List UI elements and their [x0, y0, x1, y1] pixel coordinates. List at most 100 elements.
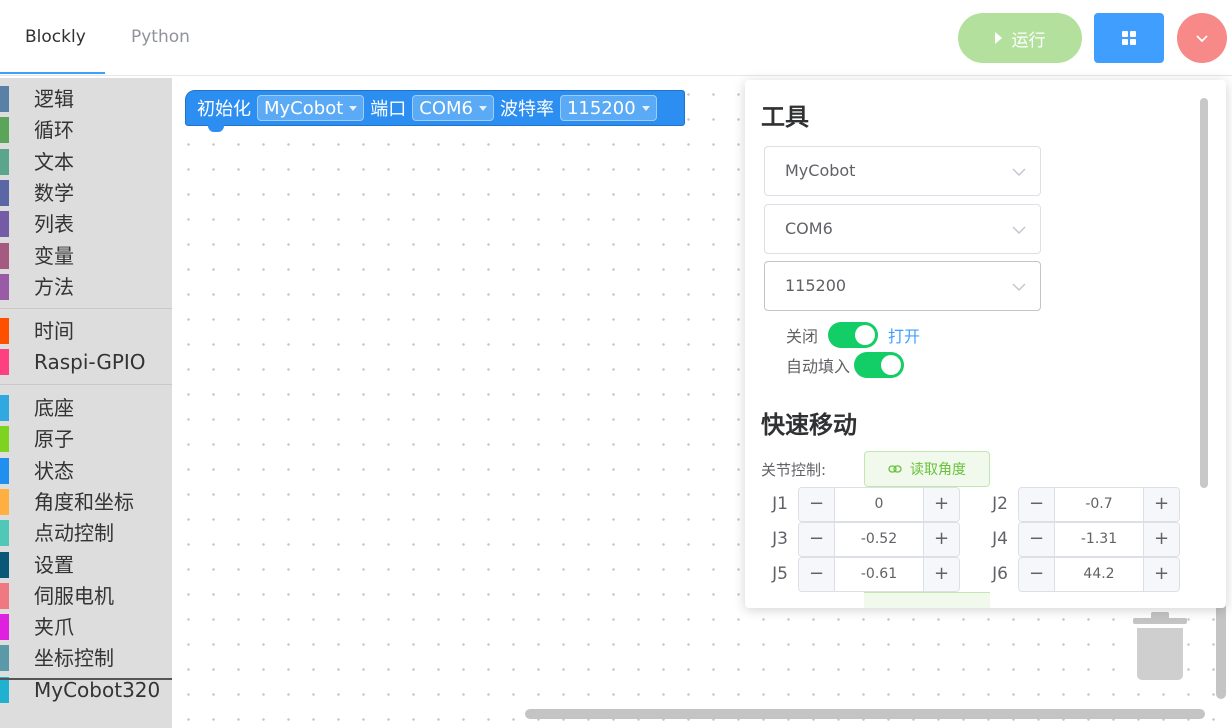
block-baud-dropdown[interactable]: 115200 [559, 95, 657, 121]
dropdown-arrow-icon [349, 105, 358, 111]
joint-value-j4[interactable]: -1.31 [1055, 523, 1143, 556]
toggle-on-label: 打开 [888, 327, 921, 346]
block-port-value: COM6 [419, 97, 473, 119]
quick-move-title: 快速移动 [761, 411, 857, 439]
baud-select[interactable]: 115200 [764, 261, 1041, 311]
increment-button[interactable]: + [923, 558, 959, 591]
category-label: 文本 [34, 149, 74, 174]
joint-stepper-j4[interactable]: − -1.31 + [1018, 522, 1180, 557]
play-icon [994, 32, 1002, 44]
block-port-label: 端口 [370, 99, 407, 120]
toolbox-category[interactable]: 状态 [0, 455, 172, 485]
trash-icon[interactable] [1133, 612, 1187, 682]
horizontal-scrollbar[interactable] [525, 709, 1205, 719]
category-color-bar [0, 677, 9, 703]
joint-value-j5[interactable]: -0.61 [835, 558, 923, 591]
toolbox-separator [0, 308, 172, 309]
autofill-switch[interactable] [854, 352, 905, 378]
joint-control-label: 关节控制: [761, 461, 827, 479]
category-color-bar [0, 273, 9, 300]
category-label: 夹爪 [34, 615, 74, 640]
blockly-toolbox: 逻辑 循环文本数学 列表变量方法时间 Raspi-GPIO 底座 原子状态角度和坐标 点动控… [0, 78, 172, 728]
dropdown-arrow-icon [478, 105, 487, 111]
tab-blockly[interactable]: Blockly [25, 0, 86, 74]
category-label: 时间 [34, 319, 74, 343]
block-baud-value: 115200 [566, 97, 636, 119]
toolbox-category[interactable]: 时间 [0, 315, 172, 345]
tab-python[interactable]: Python [131, 0, 190, 74]
port-select-value: COM6 [785, 219, 833, 238]
joint-stepper-j2[interactable]: − -0.7 + [1018, 487, 1180, 522]
autofill-toggle-row: 自动填入 [786, 352, 905, 378]
category-label: Raspi-GPIO [34, 350, 146, 375]
category-color-bar [0, 614, 9, 641]
block-device-value: MyCobot [264, 97, 344, 119]
toolbox-category[interactable]: 设置 [0, 549, 172, 579]
category-color-bar [0, 179, 9, 206]
connect-switch[interactable] [828, 322, 879, 348]
increment-button[interactable]: + [923, 523, 959, 556]
decrement-button[interactable]: − [799, 558, 835, 591]
joint-label-j5: J5 [772, 564, 788, 584]
run-button-label: 运行 [1011, 30, 1046, 51]
toolbox-category[interactable]: 列表 [0, 208, 172, 238]
decrement-button[interactable]: − [1019, 523, 1055, 556]
joint-value-j2[interactable]: -0.7 [1055, 488, 1143, 521]
toolbox-category[interactable]: 方法 [0, 271, 172, 301]
joint-value-j3[interactable]: -0.52 [835, 523, 923, 556]
port-select[interactable]: COM6 [764, 204, 1041, 254]
toolbox-category[interactable]: 数学 [0, 177, 172, 207]
category-label: 变量 [34, 243, 74, 268]
joint-label-j3: J3 [772, 529, 788, 549]
toolbox-category[interactable]: 文本 [0, 146, 172, 176]
chevron-down-icon [1012, 226, 1026, 234]
panel-scrollbar[interactable] [1200, 98, 1208, 488]
decrement-button[interactable]: − [799, 488, 835, 521]
link-icon [888, 465, 902, 473]
category-color-bar [0, 117, 9, 144]
partially-hidden-button[interactable] [864, 592, 990, 608]
run-button[interactable]: 运行 [958, 13, 1082, 63]
decrement-button[interactable]: − [1019, 558, 1055, 591]
increment-button[interactable]: + [923, 488, 959, 521]
read-angles-button[interactable]: 读取角度 [864, 451, 990, 487]
increment-button[interactable]: + [1143, 558, 1179, 591]
toolbox-category[interactable]: 原子 [0, 423, 172, 453]
category-label: 坐标控制 [34, 646, 114, 671]
init-block[interactable]: 初始化 MyCobot 端口 COM6 波特率 115200 [185, 90, 685, 132]
toolbox-category[interactable]: 变量 [0, 240, 172, 270]
joint-stepper-j5[interactable]: − -0.61 + [798, 557, 960, 592]
increment-button[interactable]: + [1143, 488, 1179, 521]
joint-value-j1[interactable]: 0 [835, 488, 923, 521]
toolbox-separator [0, 384, 172, 385]
category-label: 状态 [34, 458, 74, 483]
joint-value-j6[interactable]: 44.2 [1055, 558, 1143, 591]
increment-button[interactable]: + [1143, 523, 1179, 556]
autofill-label: 自动填入 [786, 357, 851, 376]
toolbox-category[interactable]: 角度和坐标 [0, 486, 172, 516]
toolbox-category[interactable]: 点动控制 [0, 517, 172, 547]
joint-stepper-j3[interactable]: − -0.52 + [798, 522, 960, 557]
joint-stepper-j1[interactable]: − 0 + [798, 487, 960, 522]
block-port-dropdown[interactable]: COM6 [412, 95, 494, 121]
category-label: 方法 [34, 274, 74, 299]
decrement-button[interactable]: − [799, 523, 835, 556]
block-device-dropdown[interactable]: MyCobot [257, 95, 365, 121]
device-select[interactable]: MyCobot [764, 146, 1041, 196]
joint-stepper-j6[interactable]: − 44.2 + [1018, 557, 1180, 592]
toolbox-category[interactable]: 底座 [0, 392, 172, 422]
toolbox-category[interactable]: 伺服电机 [0, 580, 172, 610]
grid-icon [1122, 31, 1136, 45]
toolbox-separator [0, 678, 172, 680]
apps-grid-button[interactable] [1094, 13, 1164, 63]
toolbox-category[interactable]: 逻辑 [0, 83, 172, 113]
decrement-button[interactable]: − [1019, 488, 1055, 521]
category-label: 伺服电机 [34, 583, 114, 608]
toolbox-category[interactable]: 夹爪 [0, 611, 172, 641]
toolbox-category[interactable]: Raspi-GPIO [0, 346, 172, 376]
chevron-down-icon [1012, 168, 1026, 176]
toolbox-category[interactable]: 循环 [0, 114, 172, 144]
dropdown-menu-button[interactable] [1177, 13, 1227, 63]
category-color-bar [0, 211, 9, 238]
toolbox-category[interactable]: 坐标控制 [0, 642, 172, 672]
